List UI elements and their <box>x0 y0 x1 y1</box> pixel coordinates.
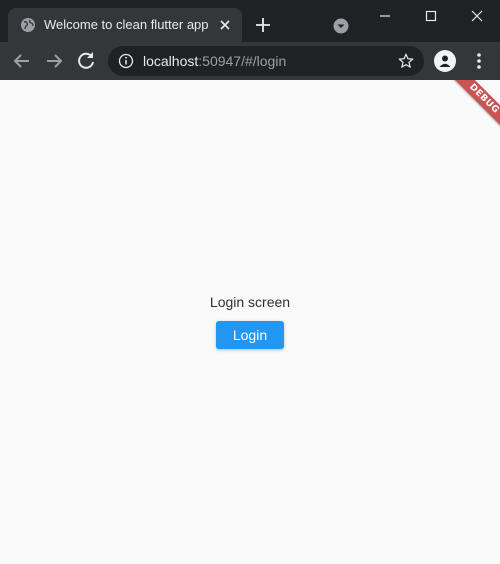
address-bar[interactable]: localhost:50947/#/login <box>108 46 424 76</box>
window-close-button[interactable] <box>454 0 500 32</box>
maximize-icon <box>425 10 437 22</box>
back-arrow-icon[interactable] <box>10 49 34 73</box>
maximize-button[interactable] <box>408 0 454 32</box>
close-icon <box>471 10 483 22</box>
kebab-menu-icon[interactable] <box>470 51 488 71</box>
profile-button[interactable] <box>434 50 456 72</box>
browser-tab[interactable]: Welcome to clean flutter app <box>8 8 242 42</box>
url-text[interactable]: localhost:50947/#/login <box>143 53 286 69</box>
close-tab-icon[interactable] <box>217 17 233 33</box>
debug-banner: DEBUG <box>443 80 500 140</box>
bookmark-star-icon[interactable] <box>397 52 415 70</box>
minimize-button[interactable] <box>362 0 408 32</box>
minimize-icon <box>380 15 390 17</box>
person-icon <box>439 55 451 67</box>
url-host: localhost <box>143 53 199 69</box>
debug-banner-label: DEBUG <box>467 82 500 116</box>
info-icon[interactable] <box>118 53 134 69</box>
login-screen-label: Login screen <box>209 294 291 310</box>
browser-toolbar: localhost:50947/#/login <box>0 42 500 80</box>
tab-title: Welcome to clean flutter app <box>44 17 209 32</box>
reload-icon[interactable] <box>74 49 98 73</box>
tab-strip: Welcome to clean flutter app <box>0 0 500 42</box>
new-tab-icon[interactable] <box>253 15 273 35</box>
forward-arrow-icon[interactable] <box>42 49 66 73</box>
url-path: :50947/#/login <box>198 53 287 69</box>
page-viewport: DEBUG Login screen Login <box>0 80 500 564</box>
globe-icon <box>21 18 35 32</box>
login-button[interactable]: Login <box>216 321 284 349</box>
tab-search-icon[interactable] <box>331 16 351 36</box>
